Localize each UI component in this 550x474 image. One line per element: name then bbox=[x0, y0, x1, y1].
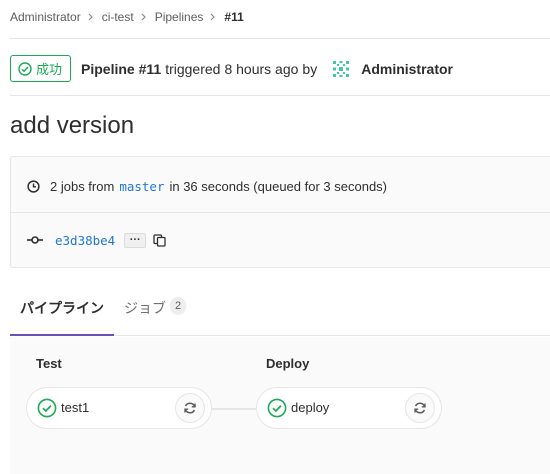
jobs-count-text: 2 jobs from bbox=[50, 178, 115, 194]
triggered-text: triggered bbox=[165, 60, 221, 77]
pipeline-tabs: パイプライン ジョブ 2 bbox=[10, 292, 550, 336]
tab-pipeline[interactable]: パイプライン bbox=[10, 292, 114, 336]
expand-commit-message-button[interactable]: ··· bbox=[124, 232, 147, 248]
stage-title-deploy: Deploy bbox=[266, 356, 310, 371]
pipeline-label: Pipeline #11 bbox=[81, 60, 162, 77]
status-success-icon bbox=[267, 398, 287, 418]
status-badge[interactable]: 成功 bbox=[10, 55, 72, 82]
jobs-summary: 2 jobs from master in 36 seconds (queued… bbox=[27, 177, 387, 195]
tab-jobs[interactable]: ジョブ 2 bbox=[124, 292, 187, 336]
tab-jobs-label: ジョブ bbox=[124, 300, 166, 316]
pipeline-graph: Test Deploy test1 deploy bbox=[10, 337, 550, 474]
divider bbox=[11, 212, 550, 213]
commit-row: e3d38be4 ··· bbox=[27, 231, 166, 249]
stage-connector bbox=[212, 408, 256, 410]
chevron-right-icon bbox=[88, 13, 93, 21]
job-deploy[interactable]: deploy bbox=[256, 387, 442, 429]
divider bbox=[10, 95, 550, 96]
breadcrumb-item-administrator[interactable]: Administrator bbox=[10, 10, 81, 24]
pipeline-summary: Pipeline #11 triggered 8 hours ago by Ad… bbox=[81, 59, 453, 79]
retry-icon[interactable] bbox=[175, 393, 205, 423]
stage-title-test: Test bbox=[36, 356, 62, 371]
chevron-right-icon bbox=[210, 13, 216, 21]
branch-link[interactable]: master bbox=[119, 179, 164, 194]
breadcrumb-item-current[interactable]: #11 bbox=[224, 10, 243, 24]
tab-pipeline-label: パイプライン bbox=[20, 300, 104, 316]
breadcrumb-item-pipelines[interactable]: Pipelines bbox=[155, 10, 204, 24]
job-name: test1 bbox=[61, 400, 90, 415]
commit-icon bbox=[27, 235, 43, 245]
pipeline-info-box: 2 jobs from master in 36 seconds (queued… bbox=[10, 156, 550, 268]
breadcrumb: Administrator ci-test Pipelines #11 bbox=[10, 9, 244, 25]
user-name-link[interactable]: Administrator bbox=[361, 61, 453, 77]
by-text: by bbox=[302, 60, 318, 77]
status-success-icon bbox=[37, 398, 57, 418]
identicon-avatar[interactable] bbox=[331, 59, 351, 79]
breadcrumb-item-project[interactable]: ci-test bbox=[102, 10, 134, 24]
job-name: deploy bbox=[291, 400, 330, 415]
retry-icon[interactable] bbox=[405, 393, 435, 423]
status-label: 成功 bbox=[36, 62, 63, 77]
commit-title: add version bbox=[10, 112, 135, 139]
copy-icon[interactable] bbox=[153, 233, 166, 247]
pipeline-header: 成功 Pipeline #11 triggered 8 hours ago by… bbox=[10, 55, 453, 82]
job-test1[interactable]: test1 bbox=[26, 387, 212, 429]
clock-icon bbox=[27, 179, 40, 193]
status-success-icon bbox=[18, 61, 32, 76]
chevron-right-icon bbox=[141, 13, 146, 21]
time-ago: 8 hours ago bbox=[224, 60, 299, 77]
commit-sha-link[interactable]: e3d38be4 bbox=[55, 233, 115, 248]
duration-text: in 36 seconds (queued for 3 seconds) bbox=[169, 178, 387, 194]
divider bbox=[10, 38, 550, 39]
jobs-count-badge: 2 bbox=[170, 297, 187, 315]
